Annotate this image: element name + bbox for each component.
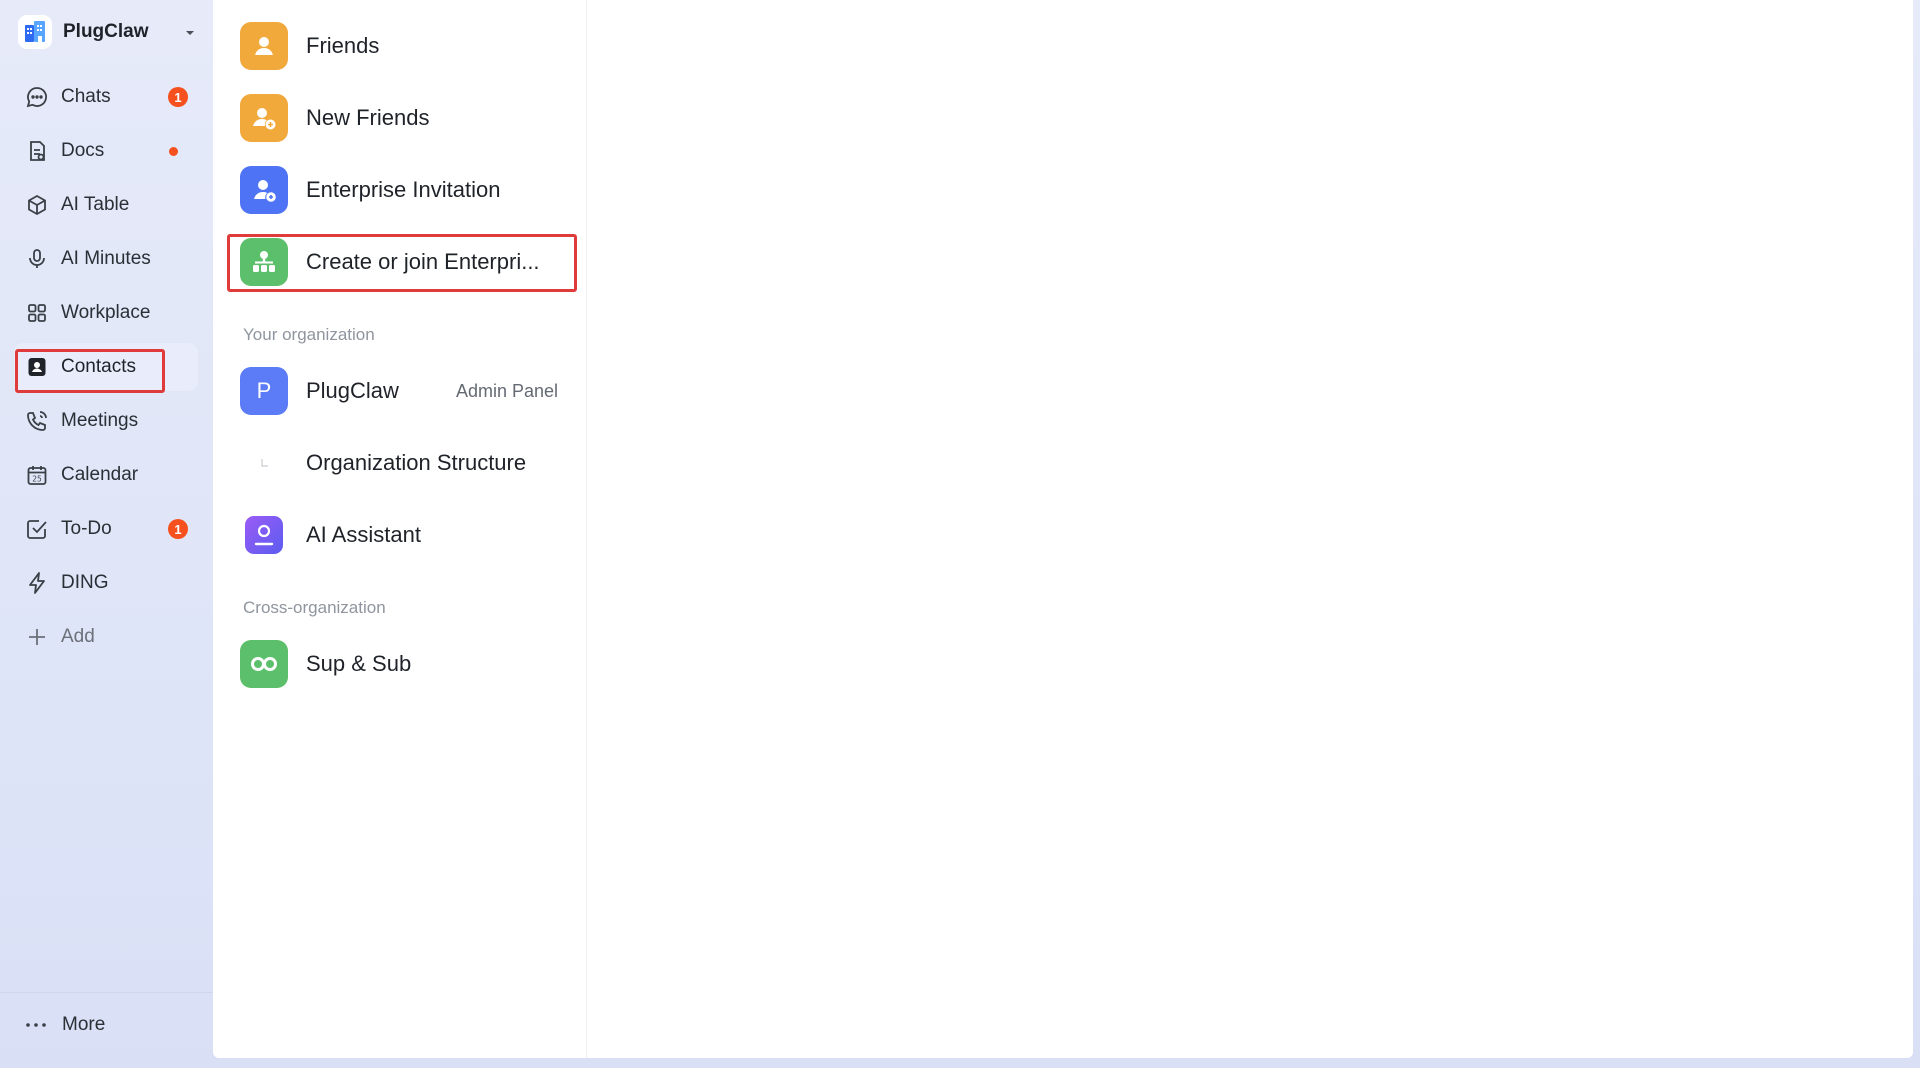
sidebar-item-label: To-Do [61, 518, 112, 539]
sidebar-item-label: Contacts [61, 356, 136, 377]
person-add-icon [240, 94, 288, 142]
calendar-icon: 25 [24, 462, 50, 488]
person-icon [240, 22, 288, 70]
contacts-item-create-join-enterprise[interactable]: Create or join Enterpri... [227, 231, 571, 293]
org-switcher[interactable]: PlugClaw [18, 12, 198, 52]
sidebar-item-meetings[interactable]: Meetings [14, 397, 198, 445]
admin-panel-link[interactable]: Admin Panel [456, 381, 558, 402]
infinity-link-icon [240, 640, 288, 688]
sidebar-divider [0, 992, 213, 993]
contacts-item-label: AI Assistant [306, 522, 421, 547]
svg-text:25: 25 [32, 475, 42, 484]
sidebar-item-label: Add [61, 626, 95, 647]
contacts-item-label: Organization Structure [306, 450, 527, 475]
sidebar-item-ding[interactable]: DING [14, 559, 198, 607]
org-logo-icon [18, 15, 52, 49]
ai-assistant-icon [240, 511, 288, 559]
contacts-detail-area [588, 0, 1913, 1058]
sidebar-item-label: Chats [61, 86, 111, 107]
contacts-item-label: Enterprise Invitation [306, 177, 501, 202]
more-label: More [62, 1014, 106, 1035]
section-label-your-organization: Your organization [243, 325, 375, 344]
contacts-item-label: Sup & Sub [306, 651, 412, 676]
contacts-item-sup-sub[interactable]: Sup & Sub [227, 633, 571, 695]
sidebar-item-add[interactable]: Add [14, 613, 198, 661]
sidebar: PlugClaw Chats 1 Docs AI Table AI Minute… [0, 0, 213, 1068]
contacts-item-ai-assistant[interactable]: AI Assistant [227, 504, 571, 566]
contacts-item-new-friends[interactable]: New Friends [227, 87, 571, 149]
section-label-cross-organization: Cross-organization [243, 598, 386, 617]
sidebar-item-ai-minutes[interactable]: AI Minutes [14, 235, 198, 283]
sidebar-item-label: AI Table [61, 194, 130, 215]
sidebar-item-label: DING [61, 572, 109, 593]
sidebar-item-contacts[interactable]: Contacts [14, 343, 198, 391]
contacts-item-organization[interactable]: P PlugClaw Admin Panel [227, 360, 571, 422]
contacts-item-enterprise-invitation[interactable]: Enterprise Invitation [227, 159, 571, 221]
person-invite-icon [240, 166, 288, 214]
sidebar-item-workplace[interactable]: Workplace [14, 289, 198, 337]
more-button[interactable]: More [24, 1005, 105, 1045]
contacts-item-label: New Friends [306, 105, 430, 130]
grid-icon [24, 300, 50, 326]
document-icon [24, 138, 50, 164]
sidebar-item-label: Docs [61, 140, 105, 161]
contacts-item-friends[interactable]: Friends [227, 15, 571, 77]
org-name-label: PlugClaw [306, 378, 399, 403]
contacts-item-label: Create or join Enterpri... [306, 249, 540, 274]
sidebar-item-label: Workplace [61, 302, 151, 323]
main-panel: Friends New Friends Enterprise Invitatio… [213, 0, 1913, 1058]
lightning-icon [24, 570, 50, 596]
microphone-icon [24, 246, 50, 272]
sidebar-nav: Chats 1 Docs AI Table AI Minutes Workpla… [14, 73, 198, 667]
sidebar-item-label: Meetings [61, 410, 139, 431]
contact-card-icon [24, 354, 50, 380]
org-people-icon [240, 238, 288, 286]
sidebar-item-calendar[interactable]: 25 Calendar [14, 451, 198, 499]
checkbox-icon [24, 516, 50, 542]
sidebar-item-label: AI Minutes [61, 248, 151, 269]
cube-icon [24, 192, 50, 218]
contacts-list: Friends New Friends Enterprise Invitatio… [213, 0, 587, 1058]
contacts-item-org-structure[interactable]: Organization Structure [227, 432, 571, 494]
org-avatar: P [240, 367, 288, 415]
org-name: PlugClaw [63, 21, 149, 42]
sidebar-item-todo[interactable]: To-Do 1 [14, 505, 198, 553]
tree-branch-icon [240, 439, 288, 487]
unread-badge: 1 [168, 519, 188, 539]
notification-dot [169, 147, 178, 156]
sidebar-item-ai-table[interactable]: AI Table [14, 181, 198, 229]
sidebar-item-chats[interactable]: Chats 1 [14, 73, 198, 121]
contacts-item-label: Friends [306, 33, 380, 58]
unread-badge: 1 [168, 87, 188, 107]
sidebar-item-docs[interactable]: Docs [14, 127, 198, 175]
sidebar-item-label: Calendar [61, 464, 139, 485]
chat-bubble-icon [24, 84, 50, 110]
caret-down-icon[interactable] [182, 25, 198, 41]
plus-icon [24, 624, 50, 650]
ellipsis-icon [24, 1016, 48, 1034]
phone-call-icon [24, 408, 50, 434]
